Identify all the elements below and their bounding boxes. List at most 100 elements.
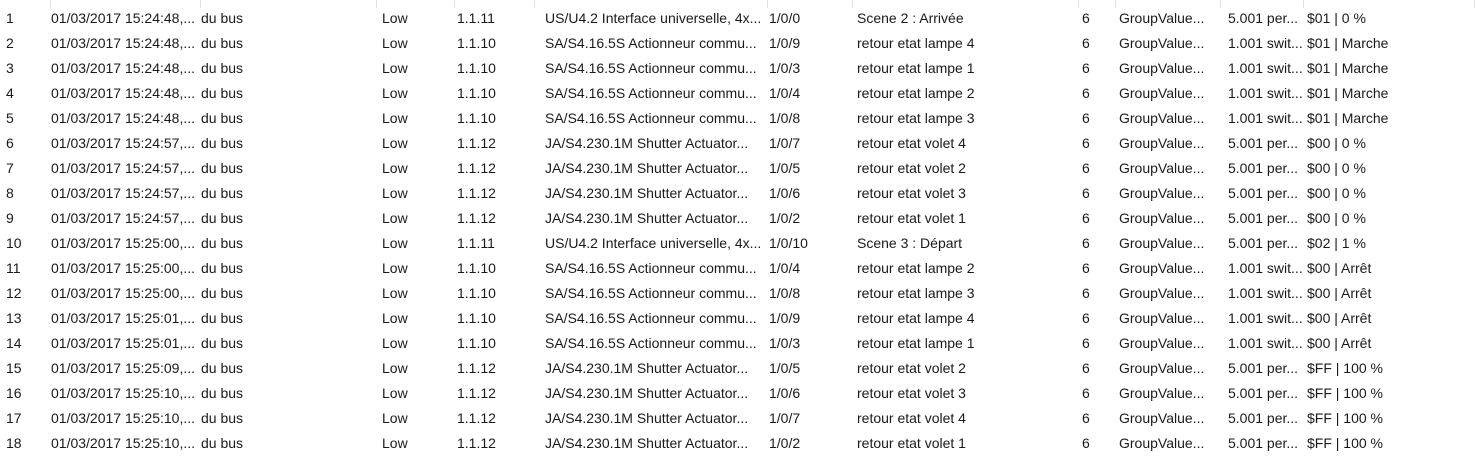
info-cell: $FF | 100 % (1307, 360, 1384, 376)
table-row[interactable]: 15 01/03/2017 15:25:09,... du bus Low 1.1.12… (0, 356, 1476, 381)
destination-name-cell: retour etat volet 4 (857, 410, 966, 426)
datapoint-type-cell: 5.001 per... (1228, 385, 1299, 401)
routing-cell: 6 (1082, 310, 1090, 326)
info-cell: $00 | 0 % (1307, 135, 1366, 151)
priority-cell: Low (382, 110, 408, 126)
telegram-type-cell: GroupValue... (1119, 235, 1205, 251)
source-address-cell: 1.1.10 (457, 335, 496, 351)
datapoint-type-cell: 5.001 per... (1228, 435, 1299, 451)
source-address-cell: 1.1.12 (457, 185, 496, 201)
routing-cell: 6 (1082, 360, 1090, 376)
priority-cell: Low (382, 10, 408, 26)
datapoint-type-cell: 1.001 swit... (1228, 335, 1303, 351)
table-row[interactable]: 14 01/03/2017 15:25:01,... du bus Low 1.1.10… (0, 331, 1476, 356)
destination-address-cell: 1/0/2 (769, 210, 801, 226)
telegram-type-cell: GroupValue... (1119, 360, 1205, 376)
table-row[interactable]: 12 01/03/2017 15:25:00,... du bus Low 1.1.10… (0, 281, 1476, 306)
table-row[interactable]: 1 01/03/2017 15:24:48,... du bus Low 1.1.11 U… (0, 6, 1476, 31)
source-address-cell: 1.1.12 (457, 435, 496, 451)
table-row[interactable]: 3 01/03/2017 15:24:48,... du bus Low 1.1.10 S… (0, 56, 1476, 81)
routing-cell: 6 (1082, 260, 1090, 276)
timestamp-cell: 01/03/2017 15:25:01,... (51, 335, 196, 351)
service-cell: du bus (201, 260, 244, 276)
destination-address-cell: 1/0/2 (769, 435, 801, 451)
table-row[interactable]: 13 01/03/2017 15:25:01,... du bus Low 1.1.10… (0, 306, 1476, 331)
timestamp-cell: 01/03/2017 15:24:48,... (51, 110, 196, 126)
service-cell: du bus (201, 185, 244, 201)
service-cell: du bus (201, 10, 244, 26)
timestamp-cell: 01/03/2017 15:24:48,... (51, 35, 196, 51)
destination-name-cell: Scene 2 : Arrivée (857, 10, 964, 26)
routing-cell: 6 (1082, 60, 1090, 76)
datapoint-type-cell: 5.001 per... (1228, 160, 1299, 176)
destination-address-cell: 1/0/5 (769, 160, 801, 176)
source-device-cell: JA/S4.230.1M Shutter Actuator... (545, 185, 749, 201)
table-row[interactable]: 5 01/03/2017 15:24:48,... du bus Low 1.1.10 S… (0, 106, 1476, 131)
telegram-type-cell: GroupValue... (1119, 135, 1205, 151)
table-row[interactable]: 10 01/03/2017 15:25:00,... du bus Low 1.1.11… (0, 231, 1476, 256)
timestamp-cell: 01/03/2017 15:24:48,... (51, 60, 196, 76)
telegram-type-cell: GroupValue... (1119, 210, 1205, 226)
routing-cell: 6 (1082, 185, 1090, 201)
table-row[interactable]: 6 01/03/2017 15:24:57,... du bus Low 1.1.12 J… (0, 131, 1476, 156)
source-address-cell: 1.1.10 (457, 85, 496, 101)
info-cell: $01 | Marche (1307, 35, 1389, 51)
timestamp-cell: 01/03/2017 15:25:09,... (51, 360, 196, 376)
row-number: 6 (6, 135, 14, 151)
priority-cell: Low (382, 335, 408, 351)
datapoint-type-cell: 1.001 swit... (1228, 110, 1303, 126)
table-row[interactable]: 4 01/03/2017 15:24:48,... du bus Low 1.1.10 S… (0, 81, 1476, 106)
priority-cell: Low (382, 60, 408, 76)
routing-cell: 6 (1082, 160, 1090, 176)
source-device-cell: SA/S4.16.5S Actionneur commu... (545, 335, 757, 351)
source-address-cell: 1.1.10 (457, 260, 496, 276)
source-address-cell: 1.1.12 (457, 210, 496, 226)
timestamp-cell: 01/03/2017 15:24:57,... (51, 210, 196, 226)
priority-cell: Low (382, 35, 408, 51)
timestamp-cell: 01/03/2017 15:24:48,... (51, 85, 196, 101)
table-body: 1 01/03/2017 15:24:48,... du bus Low 1.1.11 U… (0, 6, 1476, 456)
table-row[interactable]: 17 01/03/2017 15:25:10,... du bus Low 1.1.12… (0, 406, 1476, 431)
row-number: 5 (6, 110, 14, 126)
table-row[interactable]: 18 01/03/2017 15:25:10,... du bus Low 1.1.12… (0, 431, 1476, 456)
row-number: 8 (6, 185, 14, 201)
priority-cell: Low (382, 160, 408, 176)
destination-name-cell: retour etat lampe 3 (857, 110, 975, 126)
datapoint-type-cell: 1.001 swit... (1228, 260, 1303, 276)
datapoint-type-cell: 1.001 swit... (1228, 285, 1303, 301)
table-row[interactable]: 7 01/03/2017 15:24:57,... du bus Low 1.1.12 J… (0, 156, 1476, 181)
service-cell: du bus (201, 85, 244, 101)
source-device-cell: SA/S4.16.5S Actionneur commu... (545, 285, 757, 301)
destination-name-cell: retour etat lampe 4 (857, 310, 975, 326)
telegram-type-cell: GroupValue... (1119, 260, 1205, 276)
destination-address-cell: 1/0/8 (769, 110, 801, 126)
destination-name-cell: retour etat lampe 1 (857, 60, 975, 76)
destination-name-cell: retour etat volet 1 (857, 435, 966, 451)
datapoint-type-cell: 5.001 per... (1228, 410, 1299, 426)
service-cell: du bus (201, 35, 244, 51)
destination-address-cell: 1/0/4 (769, 85, 801, 101)
table-row[interactable]: 11 01/03/2017 15:25:00,... du bus Low 1.1.10… (0, 256, 1476, 281)
source-address-cell: 1.1.12 (457, 360, 496, 376)
source-address-cell: 1.1.10 (457, 110, 496, 126)
source-device-cell: JA/S4.230.1M Shutter Actuator... (545, 435, 749, 451)
row-number: 12 (6, 285, 22, 301)
destination-name-cell: retour etat volet 1 (857, 210, 966, 226)
table-row[interactable]: 16 01/03/2017 15:25:10,... du bus Low 1.1.12… (0, 381, 1476, 406)
telegram-type-cell: GroupValue... (1119, 385, 1205, 401)
datapoint-type-cell: 5.001 per... (1228, 235, 1299, 251)
destination-name-cell: retour etat volet 3 (857, 185, 966, 201)
source-device-cell: JA/S4.230.1M Shutter Actuator... (545, 385, 749, 401)
info-cell: $00 | 0 % (1307, 160, 1366, 176)
table-row[interactable]: 9 01/03/2017 15:24:57,... du bus Low 1.1.12 J… (0, 206, 1476, 231)
table-row[interactable]: 2 01/03/2017 15:24:48,... du bus Low 1.1.10 S… (0, 31, 1476, 56)
source-address-cell: 1.1.12 (457, 135, 496, 151)
telegram-type-cell: GroupValue... (1119, 335, 1205, 351)
priority-cell: Low (382, 185, 408, 201)
row-number: 14 (6, 335, 22, 351)
destination-name-cell: retour etat lampe 2 (857, 85, 975, 101)
service-cell: du bus (201, 310, 244, 326)
table-row[interactable]: 8 01/03/2017 15:24:57,... du bus Low 1.1.12 J… (0, 181, 1476, 206)
service-cell: du bus (201, 235, 244, 251)
source-device-cell: JA/S4.230.1M Shutter Actuator... (545, 410, 749, 426)
